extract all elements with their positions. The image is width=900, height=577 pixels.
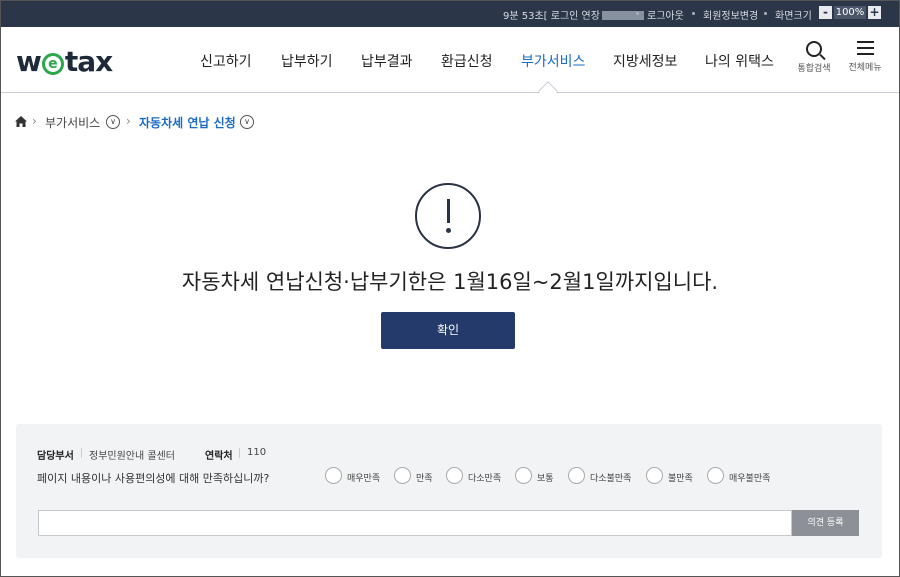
home-icon[interactable]	[15, 116, 27, 127]
contact-value: 110	[247, 447, 267, 458]
active-nav-indicator	[538, 81, 558, 101]
logo-text-w: w	[16, 45, 42, 78]
option-label: 불만족	[668, 474, 693, 484]
divider	[81, 448, 82, 458]
satisfaction-question: 페이지 내용이나 사용편의성에 대해 만족하십니까?	[37, 472, 270, 485]
option-label: 만족	[416, 474, 433, 484]
contact-label: 연락처	[205, 451, 233, 462]
wetax-logo[interactable]: w e tax	[16, 45, 113, 78]
zoom-level: 100%	[834, 6, 866, 19]
screen-size-label: 화면크기	[775, 11, 812, 22]
radio-very-dissatisfied[interactable]	[707, 467, 724, 484]
logo-text-tax: tax	[64, 45, 113, 78]
separator-dot	[636, 12, 639, 15]
zoom-in-button[interactable]: +	[868, 6, 881, 19]
radio-somewhat-dissatisfied[interactable]	[568, 467, 585, 484]
nav-my-wetax[interactable]: 나의 위택스	[705, 51, 774, 71]
menu-label: 전체메뉴	[848, 63, 882, 73]
search-label: 통합검색	[797, 64, 831, 74]
hamburger-menu-icon	[856, 41, 874, 56]
option-label: 보통	[537, 474, 554, 484]
nav-report[interactable]: 신고하기	[200, 51, 252, 71]
separator-dot	[692, 12, 695, 15]
chevron-right-icon: ›	[126, 114, 131, 128]
radio-dissatisfied[interactable]	[646, 467, 663, 484]
nav-payment-result[interactable]: 납부결과	[361, 51, 413, 71]
submit-opinion-button[interactable]: 의견 등록	[792, 510, 859, 536]
radio-neutral[interactable]	[515, 467, 532, 484]
breadcrumb-current[interactable]: 자동차세 연납 신청	[139, 114, 236, 131]
chevron-down-icon[interactable]: ∨	[106, 115, 120, 129]
session-timer[interactable]: 9분 53초[ 로그인 연장	[503, 7, 644, 22]
nav-additional-services[interactable]: 부가서비스	[521, 51, 585, 71]
integrated-search-button[interactable]: 통합검색	[796, 41, 832, 74]
top-utility-bar: 9분 53초[ 로그인 연장 로그아웃 회원정보변경 화면크기 - 100% +	[0, 0, 900, 27]
zoom-out-button[interactable]: -	[819, 6, 832, 19]
alert-message: 자동차세 연납신청·납부기한은 1월16일~2월1일까지입니다.	[181, 270, 719, 294]
breadcrumb-level1[interactable]: 부가서비스	[45, 114, 100, 131]
option-label: 매우불만족	[729, 474, 771, 484]
logo-e-mark: e	[41, 53, 64, 75]
logout-link[interactable]: 로그아웃	[647, 7, 684, 22]
option-label: 다소만족	[468, 474, 502, 484]
option-label: 다소불만족	[590, 474, 632, 484]
member-edit-link[interactable]: 회원정보변경	[703, 7, 758, 22]
search-icon	[806, 41, 822, 57]
confirm-button[interactable]: 확인	[381, 312, 515, 349]
feedback-panel: 담당부서 정부민원안내 콜센터 연락처 110 페이지 내용이나 사용편의성에 …	[16, 424, 882, 558]
session-timer-label: 9분 53초[ 로그인 연장	[503, 11, 600, 22]
dept-value: 정부민원안내 콜센터	[89, 451, 175, 462]
radio-satisfied[interactable]	[394, 467, 411, 484]
separator-dot	[764, 12, 767, 15]
dept-label: 담당부서	[37, 451, 74, 462]
chevron-right-icon: ›	[32, 114, 37, 128]
nav-local-tax-info[interactable]: 지방세정보	[613, 51, 677, 71]
site-header: w e tax 신고하기 납부하기 납부결과 환급신청 부가서비스 지방세정보 나의…	[0, 27, 900, 101]
divider	[239, 448, 240, 458]
opinion-input[interactable]	[38, 510, 792, 536]
nav-refund[interactable]: 환급신청	[441, 51, 493, 71]
chevron-down-icon[interactable]: ∨	[240, 115, 254, 129]
radio-very-satisfied[interactable]	[325, 467, 342, 484]
full-menu-button[interactable]: 전체메뉴	[847, 41, 883, 73]
radio-somewhat-satisfied[interactable]	[446, 467, 463, 484]
nav-payment[interactable]: 납부하기	[281, 51, 333, 71]
option-label: 매우만족	[347, 474, 381, 484]
exclamation-icon	[415, 183, 481, 249]
